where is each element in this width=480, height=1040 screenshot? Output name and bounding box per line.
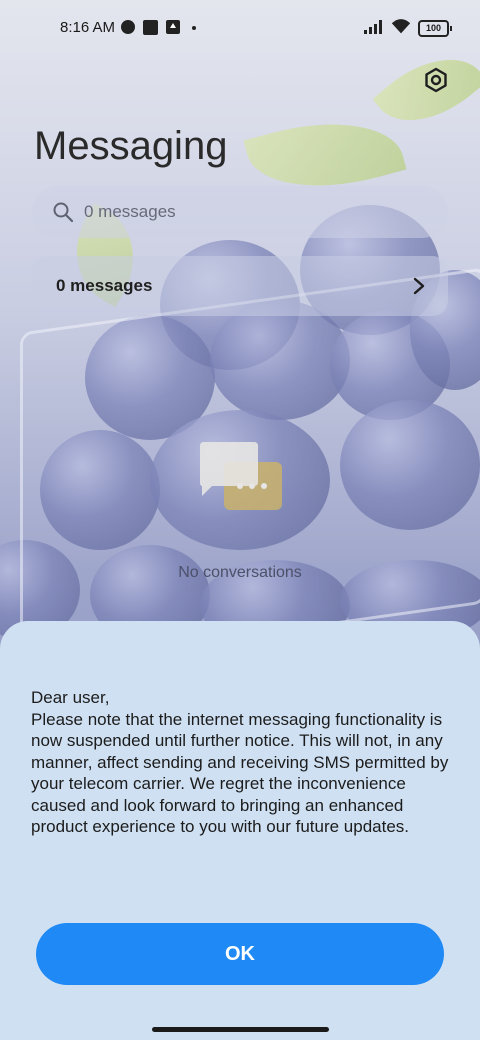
search-placeholder: 0 messages xyxy=(84,202,176,221)
messages-banner[interactable]: 0 messages xyxy=(32,256,448,316)
chat-bubbles-icon xyxy=(200,442,282,510)
empty-state-text: No conversations xyxy=(178,564,302,581)
dialog-message: Dear user, Please note that the internet… xyxy=(31,688,449,836)
chevron-right-icon xyxy=(413,277,425,295)
banner-label: 0 messages xyxy=(56,276,153,295)
status-time: 8:16 AM xyxy=(60,19,116,36)
notification-square-icon xyxy=(143,20,158,35)
home-indicator[interactable] xyxy=(152,1027,329,1032)
settings-button[interactable] xyxy=(420,64,452,96)
wifi-icon xyxy=(391,19,411,34)
notice-dialog: Dear user, Please note that the internet… xyxy=(0,621,480,1040)
notification-alert-icon xyxy=(121,20,135,34)
search-icon xyxy=(53,202,74,223)
signal-icon xyxy=(364,20,386,34)
search-bar[interactable]: 0 messages xyxy=(32,186,448,238)
battery-icon: 100 xyxy=(418,20,452,37)
status-bar: 8:16 AM 100 xyxy=(0,0,480,56)
messaging-screen: 8:16 AM 100 Messaging 0 messages 0 messa… xyxy=(0,0,480,1040)
upload-icon xyxy=(166,20,180,34)
gear-icon xyxy=(425,67,447,93)
page-title: Messaging xyxy=(34,124,228,168)
ok-button[interactable]: OK xyxy=(36,923,444,985)
more-notifications-icon xyxy=(192,26,196,30)
